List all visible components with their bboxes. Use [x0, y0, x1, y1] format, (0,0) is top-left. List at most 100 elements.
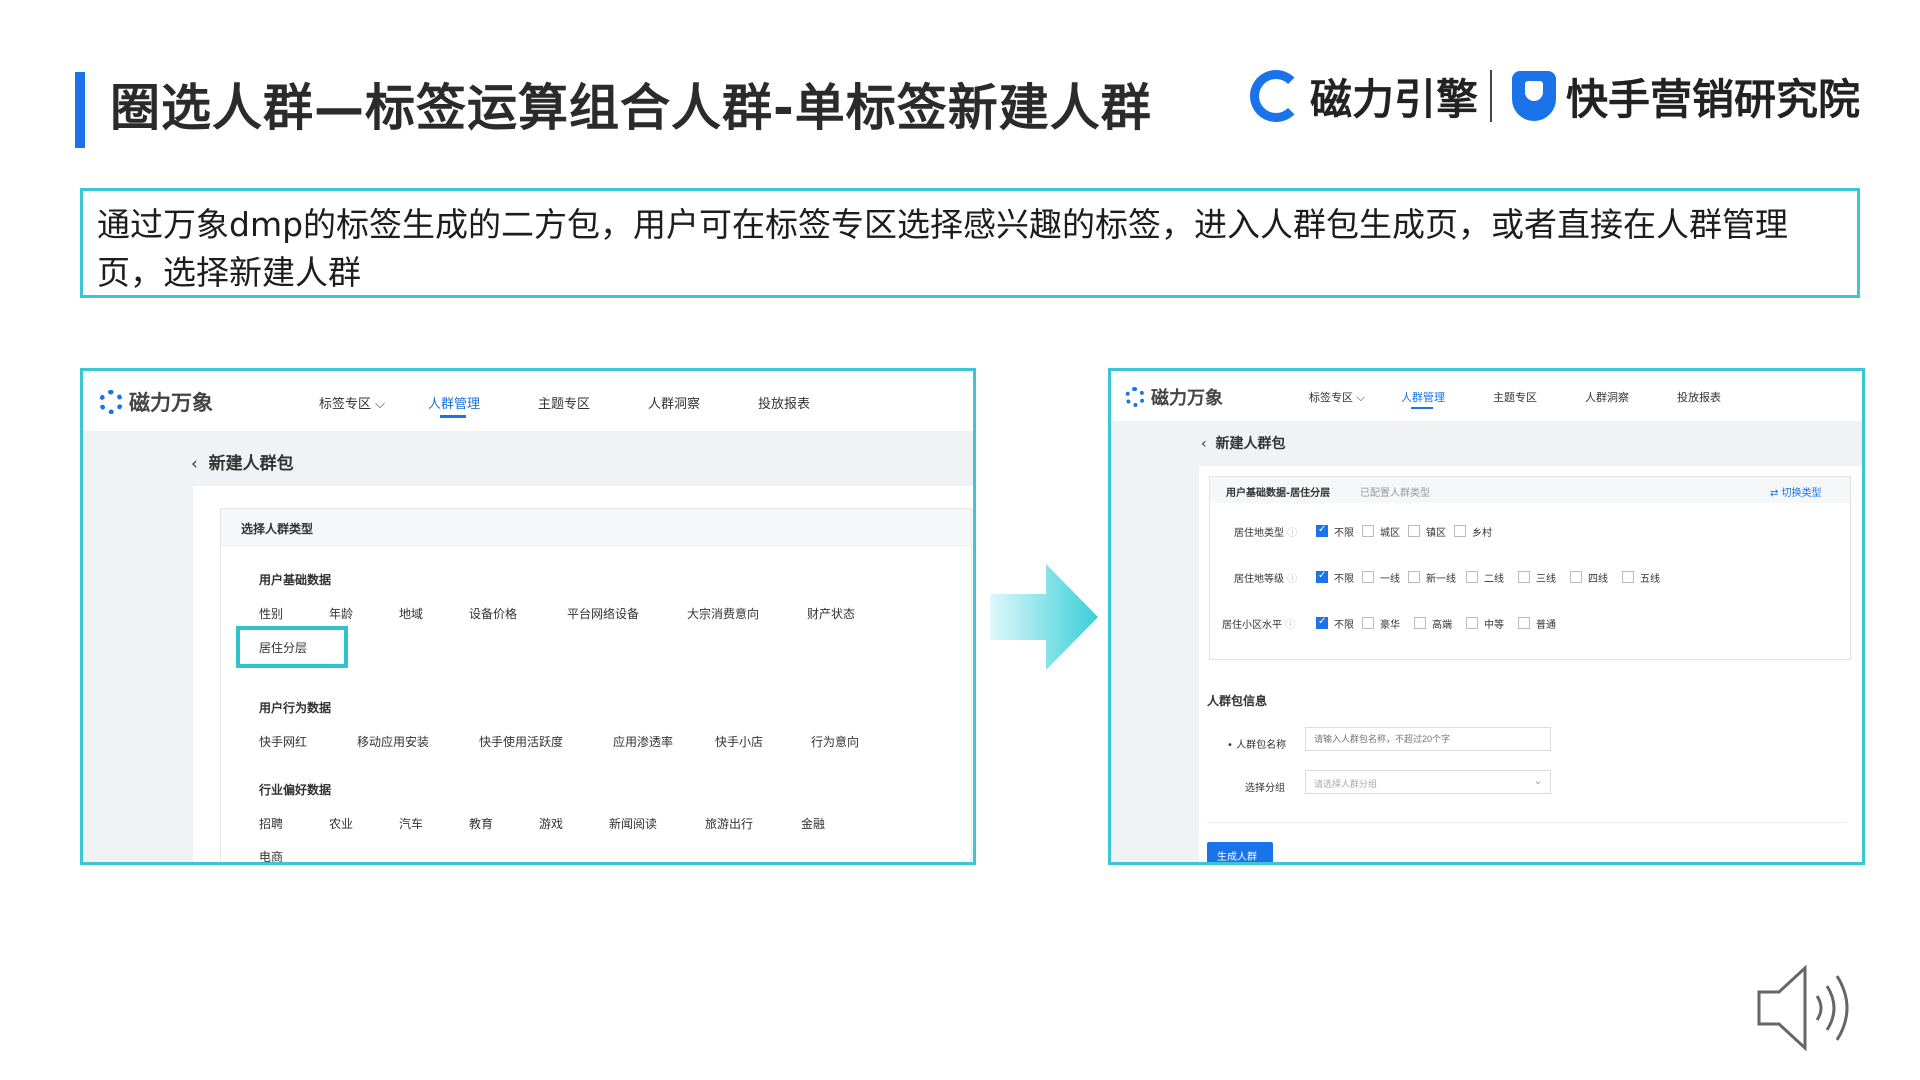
- generate-crowd-button[interactable]: 生成人群: [1207, 842, 1273, 862]
- option-label: 不限: [1334, 620, 1354, 631]
- option-label: 中等: [1484, 620, 1504, 631]
- type-selector-card: 选择人群类型 用户基础数据 性别 年龄 地域 设备价格 平台网络设备 大宗消费意…: [220, 508, 972, 862]
- option-label: 四线: [1588, 574, 1608, 585]
- config-card-subtitle: 已配置人群类型: [1360, 488, 1430, 499]
- option-label: 不限: [1334, 574, 1354, 585]
- group-title-basic: 用户基础数据: [259, 573, 332, 587]
- title-accent-bar: [75, 72, 85, 148]
- checkbox-level-tier2[interactable]: [1466, 571, 1478, 583]
- tag-ks-influencer[interactable]: 快手网红: [259, 733, 307, 750]
- tag-news[interactable]: 新闻阅读: [609, 815, 657, 832]
- nav-active-underline: [440, 415, 466, 418]
- logo-divider: [1490, 70, 1492, 122]
- back-link[interactable]: ‹ 新建人群包: [191, 449, 294, 474]
- row-label-residence-level: 居住地等级 ⓘ: [1234, 574, 1298, 585]
- nav-ad-report[interactable]: 投放报表: [1677, 389, 1721, 405]
- content-panel: 用户基础数据-居住分层 已配置人群类型 ⇄ 切换类型 居住地类型 ⓘ 不限 城区…: [1199, 466, 1862, 862]
- tag-recruitment[interactable]: 招聘: [259, 815, 283, 832]
- wanxiang-logo-icon: [99, 390, 123, 414]
- nav-tag-zone[interactable]: 标签专区 ⌵: [319, 393, 385, 412]
- checkbox-type-town[interactable]: [1408, 525, 1420, 537]
- tag-agriculture[interactable]: 农业: [329, 815, 353, 832]
- nav-logo: 磁力万象: [99, 387, 213, 417]
- row-label-community-level: 居住小区水平 ⓘ: [1222, 620, 1296, 631]
- tag-ks-activity[interactable]: 快手使用活跃度: [479, 733, 563, 750]
- group-select-placeholder: 请选择人群分组: [1314, 780, 1378, 790]
- checkbox-level-tier5[interactable]: [1622, 571, 1634, 583]
- config-card-title: 用户基础数据-居住分层: [1226, 488, 1331, 499]
- checkbox-type-any[interactable]: [1316, 524, 1328, 537]
- group-title-industry: 行业偏好数据: [259, 783, 332, 797]
- option-label: 三线: [1536, 574, 1556, 585]
- option-label: 二线: [1484, 574, 1504, 585]
- option-label: 五线: [1640, 574, 1660, 585]
- checkbox-type-urban[interactable]: [1362, 525, 1374, 537]
- flow-arrow-icon: [990, 564, 1098, 670]
- tag-travel[interactable]: 旅游出行: [705, 815, 753, 832]
- tag-bulk-consumption[interactable]: 大宗消费意向: [687, 605, 759, 622]
- tag-behavior-intent[interactable]: 行为意向: [811, 733, 859, 750]
- wanxiang-logo-icon: [1125, 387, 1145, 407]
- nav-theme-zone[interactable]: 主题专区: [1493, 389, 1537, 405]
- nav-logo: 磁力万象: [1125, 384, 1223, 410]
- help-icon: ⓘ: [1285, 620, 1296, 631]
- option-label: 一线: [1380, 574, 1400, 585]
- tag-finance[interactable]: 金融: [801, 815, 825, 832]
- tag-app-penetration[interactable]: 应用渗透率: [613, 733, 673, 750]
- cili-logo-icon: [1250, 70, 1302, 122]
- nav-crowd-management[interactable]: 人群管理: [428, 393, 480, 412]
- checkbox-level-any[interactable]: [1316, 570, 1328, 583]
- kuaishou-logo-text: 快手营销研究院: [1566, 74, 1861, 124]
- back-link[interactable]: ‹ 新建人群包: [1201, 433, 1286, 453]
- crowd-name-input[interactable]: [1305, 727, 1551, 751]
- tag-platform-network[interactable]: 平台网络设备: [567, 605, 639, 622]
- tag-property-status[interactable]: 财产状态: [807, 605, 855, 622]
- kuaishou-logo-icon: [1512, 71, 1556, 121]
- checkbox-community-luxury[interactable]: [1362, 617, 1374, 629]
- switch-type-link[interactable]: ⇄ 切换类型: [1770, 484, 1822, 499]
- description-text: 通过万象dmp的标签生成的二方包，用户可在标签专区选择感兴趣的标签，进入人群包生…: [97, 205, 1789, 292]
- group-select[interactable]: 请选择人群分组 ⌄: [1305, 770, 1551, 794]
- checkbox-community-any[interactable]: [1316, 616, 1328, 629]
- form-divider: [1207, 822, 1847, 823]
- checkbox-community-high[interactable]: [1414, 617, 1426, 629]
- checkbox-community-normal[interactable]: [1518, 617, 1530, 629]
- nav-logo-text: 磁力万象: [1151, 388, 1223, 409]
- tag-games[interactable]: 游戏: [539, 815, 563, 832]
- checkbox-level-tier1[interactable]: [1362, 571, 1374, 583]
- checkbox-level-tier3[interactable]: [1518, 571, 1530, 583]
- option-label: 不限: [1334, 528, 1354, 539]
- nav-crowd-insight[interactable]: 人群洞察: [1585, 389, 1629, 405]
- tag-device-price[interactable]: 设备价格: [469, 605, 517, 622]
- nav-logo-text: 磁力万象: [129, 391, 213, 415]
- type-selector-header: 选择人群类型: [221, 509, 971, 546]
- nav-ad-report[interactable]: 投放报表: [758, 393, 810, 412]
- nav-tag-zone[interactable]: 标签专区 ⌵: [1309, 389, 1365, 405]
- nav-theme-zone[interactable]: 主题专区: [538, 393, 590, 412]
- help-icon: ⓘ: [1287, 528, 1298, 539]
- tag-residence-layer[interactable]: 居住分层: [259, 639, 307, 656]
- tag-ks-store[interactable]: 快手小店: [715, 733, 763, 750]
- tag-age[interactable]: 年龄: [329, 605, 353, 622]
- nav-crowd-insight[interactable]: 人群洞察: [648, 393, 700, 412]
- checkbox-level-tier4[interactable]: [1570, 571, 1582, 583]
- tag-auto[interactable]: 汽车: [399, 815, 423, 832]
- checkbox-community-mid[interactable]: [1466, 617, 1478, 629]
- option-label: 镇区: [1426, 528, 1446, 539]
- tag-region[interactable]: 地域: [399, 605, 423, 622]
- tag-ecommerce[interactable]: 电商: [259, 848, 283, 862]
- tag-education[interactable]: 教育: [469, 815, 493, 832]
- chevron-down-icon: ⌄: [1533, 776, 1542, 787]
- speaker-icon[interactable]: [1755, 958, 1865, 1058]
- checkbox-type-rural[interactable]: [1454, 525, 1466, 537]
- top-nav: 磁力万象 标签专区 ⌵ 人群管理 主题专区 人群洞察 投放报表: [83, 371, 973, 431]
- slide-title: 圈选人群—标签运算组合人群-单标签新建人群: [110, 79, 1152, 137]
- option-label: 城区: [1380, 528, 1400, 539]
- option-label: 普通: [1536, 620, 1556, 631]
- nav-crowd-management[interactable]: 人群管理: [1401, 389, 1445, 405]
- help-icon: ⓘ: [1287, 574, 1298, 585]
- checkbox-level-newtier1[interactable]: [1408, 571, 1420, 583]
- tag-app-install[interactable]: 移动应用安装: [357, 733, 429, 750]
- tag-gender[interactable]: 性别: [259, 605, 283, 622]
- nav-active-underline: [1411, 407, 1433, 409]
